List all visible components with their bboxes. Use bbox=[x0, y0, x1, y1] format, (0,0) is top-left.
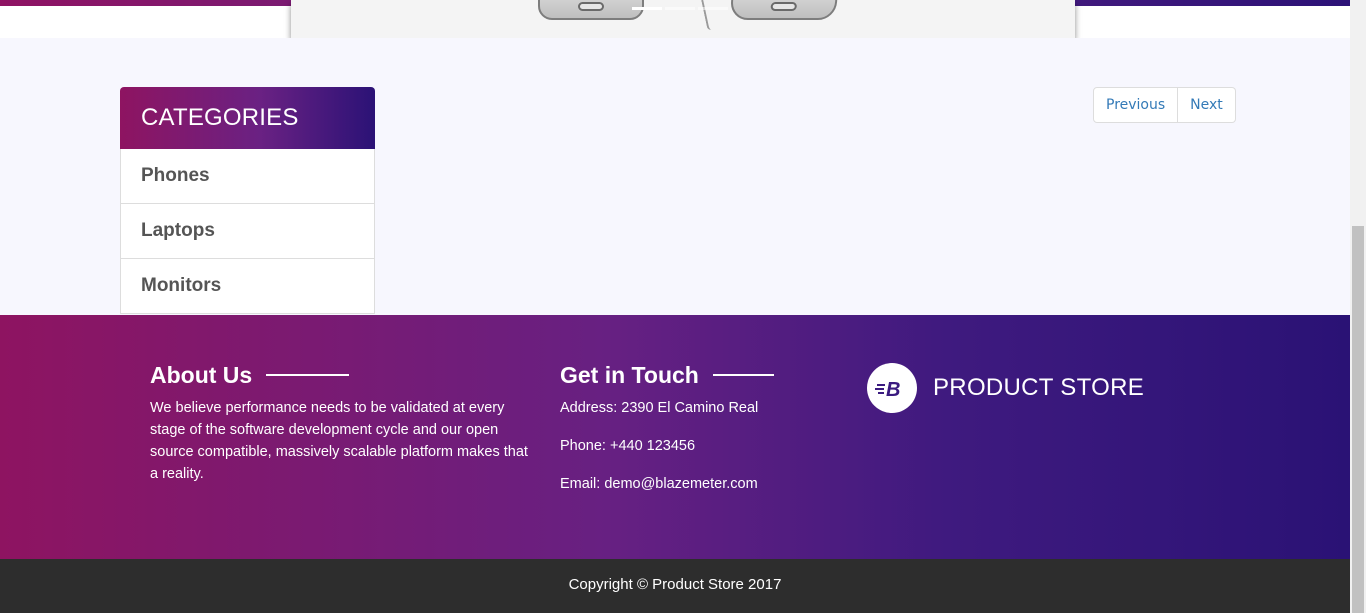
about-us-title: About Us bbox=[150, 361, 253, 388]
carousel-phone-image bbox=[538, 0, 644, 20]
heading-underline bbox=[712, 374, 774, 376]
carousel-indicator[interactable] bbox=[698, 7, 728, 10]
carousel-indicators bbox=[632, 7, 728, 10]
logo-letter: B bbox=[886, 379, 900, 400]
contact-heading: Get in Touch bbox=[560, 359, 820, 391]
pagination: Previous Next bbox=[1093, 87, 1236, 123]
page-scrollbar[interactable] bbox=[1350, 0, 1366, 613]
contact-address: Address: 2390 El Camino Real bbox=[560, 400, 759, 416]
phone-home-button bbox=[770, 2, 798, 11]
contact-phone: Phone: +440 123456 bbox=[560, 438, 696, 454]
footer: About Us We believe performance needs to… bbox=[0, 315, 1350, 559]
main-content: CATEGORIES Phones Laptops Monitors Previ… bbox=[0, 38, 1350, 315]
next-button[interactable]: Next bbox=[1178, 87, 1236, 123]
phone-home-button bbox=[578, 2, 604, 11]
heading-underline bbox=[266, 374, 350, 376]
category-item-laptops[interactable]: Laptops bbox=[120, 204, 375, 259]
categories-panel: CATEGORIES Phones Laptops Monitors bbox=[120, 87, 375, 314]
contact-title: Get in Touch bbox=[560, 361, 699, 388]
carousel-phone-image bbox=[729, 0, 839, 20]
blazemeter-logo-icon: B bbox=[867, 363, 917, 413]
category-item-monitors[interactable]: Monitors bbox=[120, 259, 375, 314]
brand-name: PRODUCT STORE bbox=[933, 374, 1145, 401]
about-us-text: We believe performance needs to be valid… bbox=[150, 400, 528, 482]
brand: B PRODUCT STORE bbox=[867, 363, 1144, 413]
carousel-indicator[interactable] bbox=[665, 7, 695, 10]
contact-email: Email: demo@blazemeter.com bbox=[560, 476, 758, 492]
category-item-phones[interactable]: Phones bbox=[120, 149, 375, 204]
carousel-indicator[interactable] bbox=[632, 7, 662, 10]
copyright-bar: Copyright © Product Store 2017 bbox=[0, 559, 1350, 613]
product-carousel[interactable] bbox=[291, 0, 1075, 38]
carousel-stylus-image bbox=[700, 0, 716, 31]
about-us-section: About Us We believe performance needs to… bbox=[150, 359, 530, 485]
scrollbar-thumb[interactable] bbox=[1352, 226, 1364, 613]
previous-button[interactable]: Previous bbox=[1093, 87, 1179, 123]
categories-title[interactable]: CATEGORIES bbox=[120, 87, 375, 149]
about-us-heading: About Us bbox=[150, 359, 530, 391]
contact-section: Get in Touch Address: 2390 El Camino Rea… bbox=[560, 359, 820, 495]
